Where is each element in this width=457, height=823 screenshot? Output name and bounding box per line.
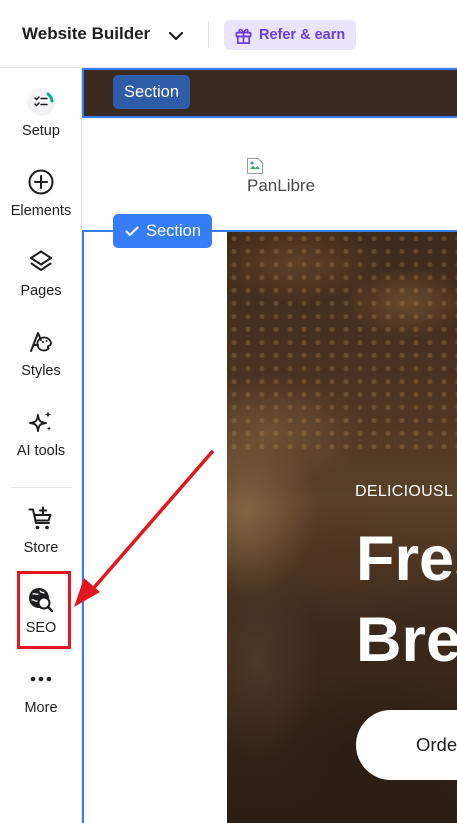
app-title[interactable]: Website Builder bbox=[22, 24, 150, 44]
sidebar-item-label: Setup bbox=[22, 123, 60, 139]
broken-image-icon bbox=[247, 158, 263, 174]
sidebar-item-label: Store bbox=[23, 540, 59, 556]
section-tag-label: Section bbox=[146, 221, 202, 240]
add-circle-icon bbox=[26, 167, 56, 197]
sidebar-item-seo[interactable]: SEO bbox=[0, 581, 82, 653]
hero-heading-line-2: Bre bbox=[356, 605, 457, 675]
refer-earn-label: Refer & earn bbox=[259, 27, 346, 43]
sidebar-item-elements[interactable]: Elements bbox=[0, 164, 82, 236]
sidebar-item-label: AI tools bbox=[16, 443, 66, 459]
divider bbox=[208, 22, 209, 48]
sidebar-item-label: Styles bbox=[21, 363, 61, 379]
layers-icon bbox=[26, 247, 56, 277]
section-label-tag[interactable]: Section bbox=[113, 75, 191, 109]
sidebar-item-pages[interactable]: Pages bbox=[0, 244, 82, 316]
order-button[interactable]: Orde bbox=[356, 710, 457, 780]
sidebar-item-label: Elements bbox=[10, 203, 72, 219]
seo-search-icon bbox=[26, 584, 56, 614]
palette-icon bbox=[26, 327, 56, 357]
section-selected-tag[interactable]: Section bbox=[113, 214, 213, 248]
sidebar-item-more[interactable]: More bbox=[0, 661, 82, 733]
sidebar-item-label: More bbox=[24, 700, 58, 716]
gift-icon bbox=[235, 28, 252, 44]
top-bar: Website Builder Refer & earn bbox=[0, 0, 457, 68]
order-button-label: Orde bbox=[416, 734, 457, 755]
site-logo[interactable]: PanLibre bbox=[246, 157, 336, 191]
sidebar-item-ai-tools[interactable]: AI tools bbox=[0, 404, 82, 476]
sidebar-item-label: SEO bbox=[25, 620, 57, 636]
more-dots-icon bbox=[26, 664, 56, 694]
sidebar-item-setup[interactable]: Setup bbox=[0, 84, 82, 156]
setup-progress-icon bbox=[26, 87, 56, 117]
check-icon bbox=[125, 226, 139, 236]
sidebar-item-store[interactable]: Store bbox=[0, 501, 82, 573]
sidebar-item-styles[interactable]: Styles bbox=[0, 324, 82, 396]
sidebar-item-label: Pages bbox=[20, 283, 62, 299]
chevron-down-icon[interactable] bbox=[166, 26, 186, 46]
refer-earn-button[interactable]: Refer & earn bbox=[224, 20, 357, 50]
left-sidebar: Setup Elements Pages Styles AI tools Sto… bbox=[0, 68, 82, 823]
editor-canvas[interactable]: Section PanLibre Section DELICIOUSL Fres… bbox=[82, 68, 457, 823]
hero-heading-line-1: Fres bbox=[356, 524, 457, 594]
bread-crust-texture bbox=[227, 232, 457, 452]
cart-add-icon bbox=[26, 504, 56, 534]
hero-eyebrow-text: DELICIOUSL bbox=[355, 483, 454, 500]
section-tag-label: Section bbox=[124, 82, 180, 101]
logo-alt-text: PanLibre bbox=[247, 176, 316, 191]
sidebar-divider bbox=[11, 487, 72, 488]
sparkles-icon bbox=[26, 407, 56, 437]
